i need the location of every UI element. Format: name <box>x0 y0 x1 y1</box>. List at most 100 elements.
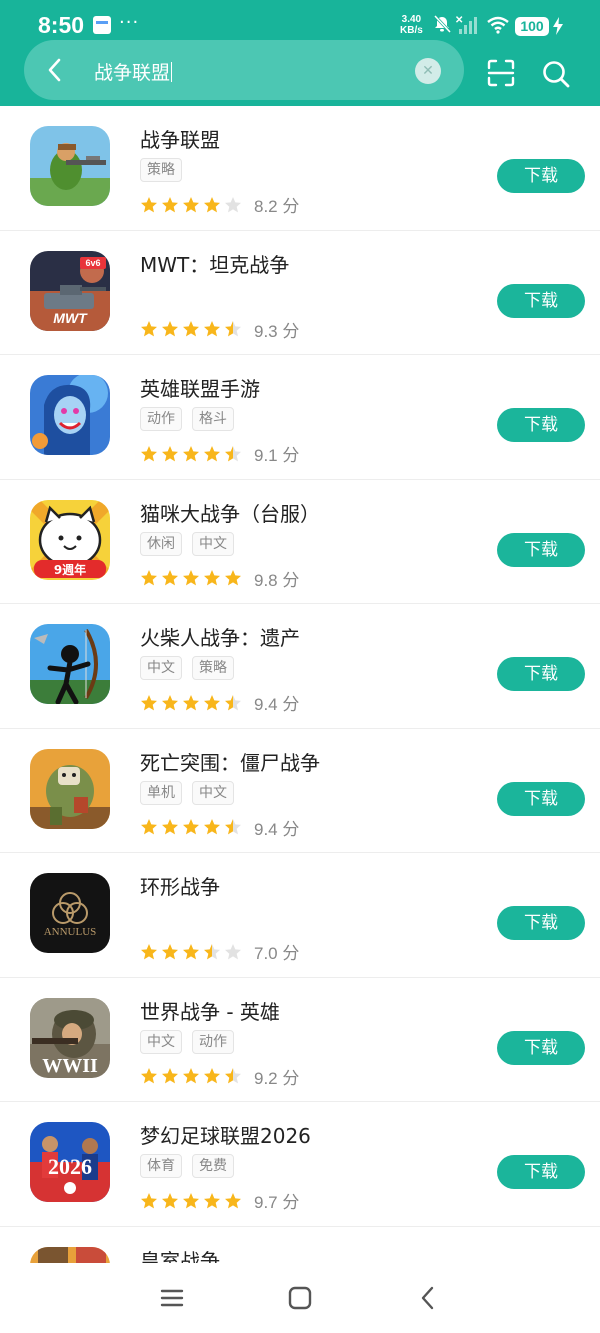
app-icon[interactable] <box>30 624 110 704</box>
app-icon-label: 2026 <box>48 1154 92 1179</box>
search-input[interactable]: 战争联盟 <box>94 58 173 85</box>
back-icon[interactable] <box>415 1285 441 1311</box>
category-tag: 中文 <box>140 1029 182 1054</box>
star-icon <box>225 570 241 586</box>
app-list-item[interactable]: WWII 世界战争 - 英雄 中文 动作 9.2 分 下载 <box>0 978 600 1102</box>
app-icon[interactable] <box>30 748 110 829</box>
star-icon <box>225 445 241 461</box>
scan-icon[interactable] <box>486 58 516 88</box>
download-button[interactable]: 下载 <box>497 1030 585 1065</box>
system-navigation-bar <box>0 1263 600 1333</box>
rating-score: 9.8 分 <box>254 570 300 590</box>
app-name[interactable]: 英雄联盟手游 <box>140 373 260 402</box>
app-name[interactable]: 世界战争 - 英雄 <box>140 996 280 1025</box>
star-icon <box>204 321 220 337</box>
app-tags: 体育 免费 <box>140 1154 234 1178</box>
star-icon <box>225 321 241 337</box>
star-icon <box>225 1068 241 1084</box>
app-icon[interactable] <box>30 126 110 206</box>
app-tags: 休闲 中文 <box>140 531 234 556</box>
home-icon[interactable] <box>287 1285 313 1311</box>
app-list-item[interactable]: 火柴人战争：遗产 中文 策略 9.4 分 下载 <box>0 604 600 729</box>
star-icon <box>162 1068 178 1084</box>
wifi-icon <box>487 16 509 34</box>
app-name[interactable]: 梦幻足球联盟2026 <box>140 1120 311 1149</box>
status-time: 8:50 <box>38 12 85 38</box>
star-icon <box>141 196 157 212</box>
category-tag: 格斗 <box>192 407 234 431</box>
rating-stars <box>140 445 242 463</box>
star-icon <box>141 943 157 959</box>
app-list-item[interactable]: 战争联盟 策略 8.2 分 下载 <box>0 106 600 231</box>
rating-score: 9.3 分 <box>254 321 300 341</box>
star-icon <box>204 196 220 212</box>
download-button[interactable]: 下载 <box>497 283 585 318</box>
app-name[interactable]: 环形战争 <box>140 871 220 900</box>
app-icon[interactable]: 9週年 <box>30 499 110 580</box>
star-icon <box>162 819 178 835</box>
app-list-item[interactable]: 死亡突围：僵尸战争 单机 中文 9.4 分 下载 <box>0 729 600 853</box>
download-button[interactable]: 下载 <box>497 1155 585 1189</box>
category-tag: 休闲 <box>140 531 182 556</box>
search-bar[interactable] <box>24 40 464 100</box>
download-button[interactable]: 下载 <box>497 781 585 816</box>
app-name[interactable]: 火柴人战争：遗产 <box>140 622 300 651</box>
download-button[interactable]: 下载 <box>497 408 585 442</box>
app-list-item[interactable]: 6v6 MWT MWT：坦克战争 9.3 分 下载 <box>0 231 600 355</box>
star-icon <box>162 196 178 212</box>
rating-score: 9.7 分 <box>254 1193 300 1212</box>
download-button[interactable]: 下载 <box>497 159 585 193</box>
text-caret <box>171 62 173 82</box>
star-icon <box>162 445 178 461</box>
star-icon <box>162 570 178 586</box>
download-button[interactable]: 下载 <box>497 532 585 567</box>
category-tag: 体育 <box>140 1154 182 1178</box>
app-name[interactable]: 战争联盟 <box>140 124 220 153</box>
app-name[interactable]: 猫咪大战争（台服） <box>140 498 320 527</box>
search-icon[interactable] <box>541 59 571 89</box>
clear-search-icon[interactable]: ✕ <box>415 58 441 84</box>
app-rating: 9.2 分 <box>140 1064 299 1089</box>
rating-score: 8.2 分 <box>254 197 300 216</box>
app-rating: 9.7 分 <box>140 1188 299 1213</box>
network-speed: 3.40 KB/s <box>400 14 423 36</box>
star-icon <box>204 694 220 710</box>
app-tags: 策略 <box>140 158 182 182</box>
back-arrow-icon[interactable] <box>40 54 70 86</box>
mute-bell-icon <box>433 14 452 34</box>
more-notifications-icon: ··· <box>119 12 140 33</box>
app-rating: 9.1 分 <box>140 441 299 466</box>
app-rating: 9.8 分 <box>140 566 299 591</box>
star-icon <box>141 1068 157 1084</box>
battery-level: 100 <box>515 17 549 36</box>
app-icon-label: WWII <box>42 1055 98 1077</box>
star-icon <box>204 943 220 959</box>
app-list-item[interactable]: 2026 梦幻足球联盟2026 体育 免费 9.7 分 下载 <box>0 1102 600 1227</box>
app-list-item[interactable]: 英雄联盟手游 动作 格斗 9.1 分 下载 <box>0 355 600 480</box>
svg-text:MWT: MWT <box>53 310 88 326</box>
app-list-item-partial[interactable]: 皇室战争 <box>0 1227 600 1267</box>
app-icon[interactable] <box>30 375 110 455</box>
app-icon[interactable]: 2026 <box>30 1122 110 1202</box>
svg-text:6v6: 6v6 <box>85 258 100 268</box>
star-icon <box>204 1068 220 1084</box>
download-button[interactable]: 下载 <box>497 657 585 691</box>
star-icon <box>183 694 199 710</box>
star-icon <box>183 1192 199 1208</box>
app-icon[interactable]: ANNULUS <box>30 873 110 953</box>
star-icon <box>225 1192 241 1208</box>
star-icon <box>225 694 241 710</box>
app-list-item[interactable]: ANNULUS 环形战争 7.0 分 下载 <box>0 853 600 978</box>
app-list-item[interactable]: 9週年 猫咪大战争（台服） 休闲 中文 9.8 分 下载 <box>0 480 600 604</box>
app-name[interactable]: 死亡突围：僵尸战争 <box>140 747 320 776</box>
app-tags: 中文 策略 <box>140 656 234 680</box>
download-button[interactable]: 下载 <box>497 906 585 940</box>
menu-icon[interactable] <box>159 1285 185 1311</box>
app-icon[interactable]: 6v6 MWT <box>30 250 110 331</box>
star-icon <box>162 943 178 959</box>
category-tag: 中文 <box>192 531 234 556</box>
rating-stars <box>140 694 242 712</box>
app-icon[interactable]: WWII <box>30 997 110 1078</box>
star-icon <box>183 1068 199 1084</box>
app-name[interactable]: MWT：坦克战争 <box>140 249 289 278</box>
